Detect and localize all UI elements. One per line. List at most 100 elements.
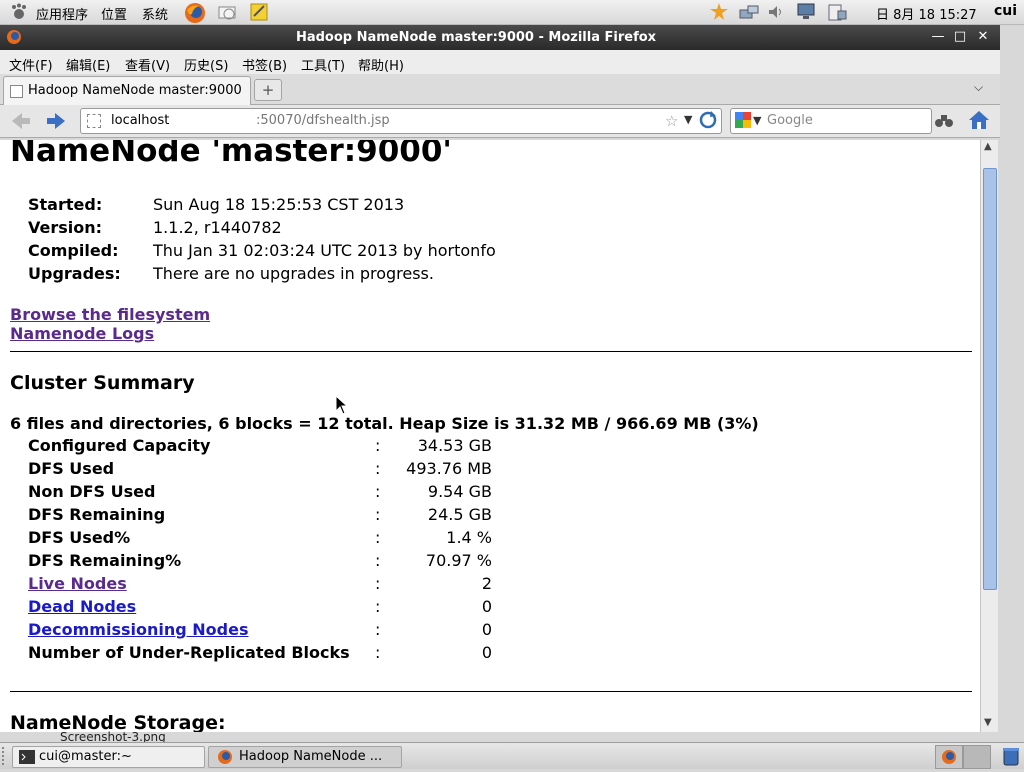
new-tab-button[interactable]: + <box>254 79 282 101</box>
tab-active[interactable]: Hadoop NameNode master:9000 <box>3 76 251 105</box>
mouse-cursor-icon <box>335 394 349 419</box>
url-host: localhost <box>111 113 170 128</box>
under-replicated-label: Number of Under-Replicated Blocks <box>28 643 350 662</box>
minimize-button[interactable]: — <box>930 29 946 45</box>
workspace-1[interactable] <box>935 745 963 769</box>
url-path: :50070/dfshealth.jsp <box>256 113 390 128</box>
taskbar-item-firefox[interactable]: Hadoop NameNode ... <box>208 746 402 768</box>
display-icon[interactable] <box>796 2 816 22</box>
dfs-used-percent-value: 1.4 % <box>446 528 492 547</box>
menubar: 文件(F) 编辑(E) 查看(V) 历史(S) 书签(B) 工具(T) 帮助(H… <box>0 50 1000 74</box>
version-value: 1.1.2, r1440782 <box>153 218 282 237</box>
upgrades-value: There are no upgrades in progress. <box>153 264 434 283</box>
menu-file[interactable]: 文件(F) <box>9 55 53 74</box>
reload-icon[interactable] <box>699 111 717 129</box>
cluster-summary-heading: Cluster Summary <box>10 372 195 394</box>
firefox-icon <box>217 749 233 769</box>
google-engine-icon[interactable] <box>735 112 751 128</box>
bottom-taskbar: cui@master:~ Hadoop NameNode ... <box>0 742 1024 769</box>
page-content: NameNode 'master:9000' Started: Sun Aug … <box>0 140 980 732</box>
network-icon[interactable] <box>738 2 759 22</box>
close-button[interactable]: ✕ <box>975 29 991 45</box>
dfs-remaining-percent-value: 70.97 % <box>425 551 492 570</box>
namenode-logs-link[interactable]: Namenode Logs <box>10 324 154 343</box>
window-titlebar[interactable]: Hadoop NameNode master:9000 - Mozilla Fi… <box>0 25 1000 50</box>
dfs-remaining-percent-label: DFS Remaining% <box>28 551 182 570</box>
menu-help[interactable]: 帮助(H) <box>358 55 404 74</box>
decommissioning-nodes-link[interactable]: Decommissioning Nodes <box>28 620 248 639</box>
desktop-edge <box>1000 25 1024 742</box>
system-menu[interactable]: 系统 <box>142 4 168 23</box>
menu-edit[interactable]: 编辑(E) <box>66 55 110 74</box>
taskbar-item-terminal[interactable]: cui@master:~ <box>12 746 205 768</box>
non-dfs-used-label: Non DFS Used <box>28 482 156 501</box>
window-title: Hadoop NameNode master:9000 - Mozilla Fi… <box>295 30 657 45</box>
upgrades-label: Upgrades: <box>28 264 121 283</box>
configured-capacity-value: 34.53 GB <box>417 436 492 455</box>
navigation-toolbar: localhost :50070/dfshealth.jsp ☆ ▼ ▼ Goo… <box>0 105 1000 138</box>
live-nodes-value: 2 <box>481 574 492 593</box>
update-notifier-icon[interactable] <box>709 2 729 22</box>
url-bar[interactable]: localhost :50070/dfshealth.jsp ☆ ▼ <box>80 108 722 134</box>
forward-arrow-icon[interactable] <box>45 111 67 135</box>
menu-bookmarks[interactable]: 书签(B) <box>242 55 287 74</box>
notes-launcher-icon[interactable] <box>249 2 269 22</box>
search-input[interactable]: Google <box>767 113 813 128</box>
terminal-icon <box>19 750 35 768</box>
user-menu[interactable]: cui <box>994 3 1017 19</box>
decommissioning-nodes-value: 0 <box>481 620 492 639</box>
under-replicated-value: 0 <box>481 643 492 662</box>
non-dfs-used-value: 9.54 GB <box>427 482 492 501</box>
menu-tools[interactable]: 工具(T) <box>301 55 345 74</box>
workspace-2[interactable] <box>963 745 991 769</box>
site-identity-icon[interactable] <box>87 114 101 128</box>
home-icon[interactable] <box>968 110 990 134</box>
mail-launcher-icon[interactable] <box>217 2 237 22</box>
divider <box>10 351 972 352</box>
configured-capacity-label: Configured Capacity <box>28 436 211 455</box>
scrollbar-thumb[interactable] <box>983 168 997 590</box>
maximize-button[interactable]: □ <box>952 29 968 45</box>
dfs-remaining-value: 24.5 GB <box>427 505 492 524</box>
back-arrow-icon[interactable] <box>10 111 32 135</box>
vertical-scrollbar[interactable]: ▲ ▼ <box>980 140 998 732</box>
top-panel: 应用程序 位置 系统 日 8月 18 15:27 cui <box>0 0 1024 25</box>
compiled-label: Compiled: <box>28 241 119 260</box>
clock[interactable]: 日 8月 18 15:27 <box>876 4 977 23</box>
menu-history[interactable]: 历史(S) <box>184 55 228 74</box>
scroll-down-arrow-icon[interactable]: ▼ <box>984 717 992 728</box>
dfs-used-percent-label: DFS Used% <box>28 528 131 547</box>
taskbar-item-label: cui@master:~ <box>39 749 132 764</box>
divider <box>10 691 972 692</box>
started-value: Sun Aug 18 15:25:53 CST 2013 <box>153 195 405 214</box>
trash-icon[interactable] <box>1001 746 1021 770</box>
search-bar[interactable]: ▼ Google <box>730 108 932 134</box>
started-label: Started: <box>28 195 103 214</box>
dfs-remaining-label: DFS Remaining <box>28 505 166 524</box>
live-nodes-link[interactable]: Live Nodes <box>28 574 127 593</box>
taskbar-handle[interactable] <box>2 747 10 765</box>
engine-dropdown-chevron-icon[interactable]: ▼ <box>753 114 761 127</box>
dead-nodes-value: 0 <box>481 597 492 616</box>
volume-icon[interactable] <box>766 2 786 22</box>
page-icon <box>10 85 23 98</box>
compiled-value: Thu Jan 31 02:03:24 UTC 2013 by hortonfo <box>153 241 496 260</box>
namenode-storage-heading: NameNode Storage: <box>10 712 226 732</box>
url-dropdown-chevron-icon[interactable]: ▼ <box>684 113 692 126</box>
dfs-used-value: 493.76 MB <box>406 459 492 478</box>
dead-nodes-link[interactable]: Dead Nodes <box>28 597 136 616</box>
taskbar-item-label: Hadoop NameNode ... <box>239 749 383 764</box>
version-label: Version: <box>28 218 103 237</box>
firefox-launcher-icon[interactable] <box>184 2 205 23</box>
bookmark-star-icon[interactable]: ☆ <box>665 112 678 130</box>
menu-view[interactable]: 查看(V) <box>125 55 170 74</box>
cluster-totals: 6 files and directories, 6 blocks = 12 t… <box>10 414 759 433</box>
places-menu[interactable]: 位置 <box>101 4 127 23</box>
clipboard-icon[interactable] <box>826 2 847 22</box>
scroll-up-arrow-icon[interactable]: ▲ <box>984 141 992 152</box>
binoculars-search-icon[interactable] <box>935 112 953 132</box>
tab-list-chevron-icon[interactable]: ⌵ <box>974 80 983 95</box>
gnome-foot-icon[interactable] <box>10 3 28 21</box>
browse-filesystem-link[interactable]: Browse the filesystem <box>10 305 210 324</box>
applications-menu[interactable]: 应用程序 <box>36 4 88 23</box>
